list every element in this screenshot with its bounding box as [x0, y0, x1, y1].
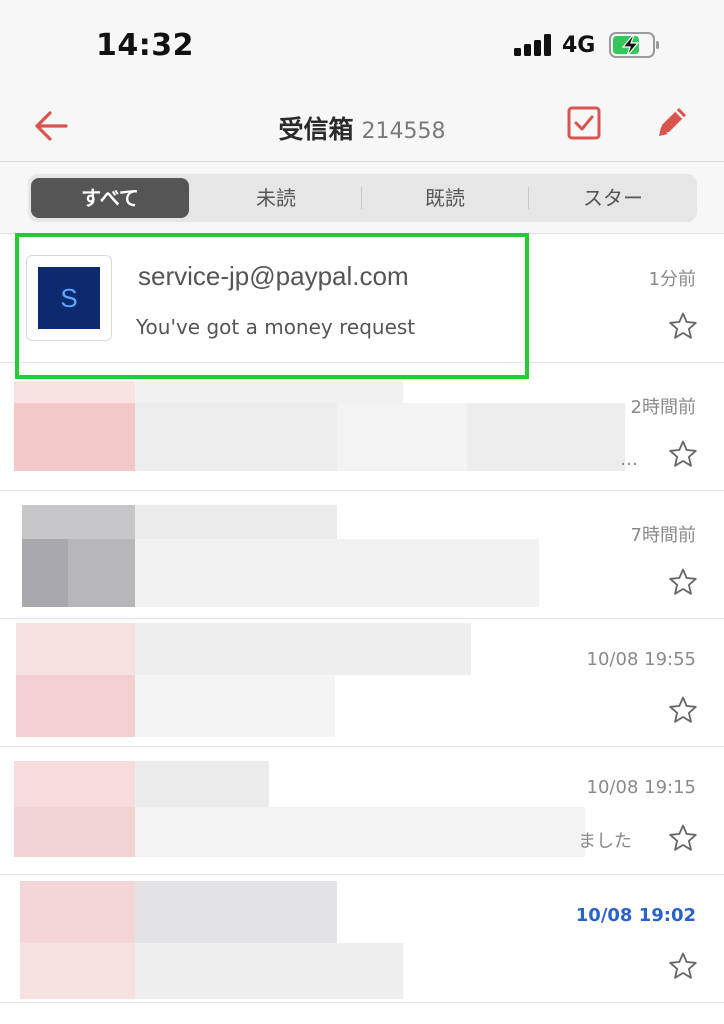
- page-title: 受信箱: [278, 115, 354, 144]
- star-icon[interactable]: [668, 823, 698, 853]
- mail-subject-trail: ました: [578, 831, 632, 852]
- redacted-block: [22, 505, 135, 539]
- redacted-block: [135, 761, 269, 807]
- sender-avatar: S: [38, 267, 100, 329]
- status-time: 14:32: [96, 28, 194, 63]
- redacted-block: [337, 403, 467, 471]
- redacted-block: [14, 403, 135, 471]
- star-icon[interactable]: [668, 695, 698, 725]
- sender-avatar-frame: S: [26, 255, 112, 341]
- star-icon[interactable]: [668, 567, 698, 597]
- mail-time: 7時間前: [630, 525, 696, 546]
- mail-row[interactable]: 10/08 19:55: [0, 619, 724, 747]
- redacted-block: [14, 807, 135, 857]
- star-icon[interactable]: [668, 439, 698, 469]
- mail-subject-trail: …: [620, 449, 638, 470]
- mail-row[interactable]: … 2時間前: [0, 363, 724, 491]
- inbox-title-group: 受信箱 214558: [0, 110, 724, 146]
- mail-row[interactable]: 10/08 19:02: [0, 875, 724, 1003]
- cellular-signal-icon: [514, 34, 552, 56]
- star-icon[interactable]: [668, 951, 698, 981]
- battery-charging-icon: [609, 32, 659, 58]
- filter-all-tab[interactable]: すべて: [31, 178, 189, 218]
- redacted-block: [135, 675, 335, 737]
- status-bar: 14:32 4G: [0, 0, 724, 88]
- redacted-block: [14, 381, 135, 403]
- redacted-block: [135, 539, 539, 607]
- redacted-block: [16, 675, 135, 737]
- redacted-block: [20, 943, 135, 999]
- redacted-block: [135, 505, 337, 539]
- filter-unread-tab[interactable]: 未読: [193, 174, 359, 222]
- redacted-block: [68, 539, 135, 607]
- redacted-block: [135, 943, 403, 999]
- filter-segmented-control: すべて 未読 既読 スター: [28, 174, 697, 222]
- mail-time: 10/08 19:02: [575, 905, 696, 926]
- mail-row[interactable]: ました 10/08 19:15: [0, 747, 724, 875]
- mail-subject: You've got a money request: [136, 315, 416, 339]
- mail-time: 2時間前: [630, 397, 696, 418]
- navigation-bar: 受信箱 214558: [0, 88, 724, 162]
- redacted-block: [135, 381, 403, 403]
- compose-pencil-icon[interactable]: [654, 103, 690, 141]
- filter-read-tab[interactable]: 既読: [363, 174, 527, 222]
- redacted-block: [135, 807, 585, 857]
- redacted-block: [135, 881, 337, 943]
- inbox-count: 214558: [361, 119, 446, 144]
- star-icon[interactable]: [668, 311, 698, 341]
- mail-time: 1分前: [648, 269, 696, 290]
- select-checkbox-icon[interactable]: [566, 105, 602, 141]
- mail-row[interactable]: S service-jp@paypal.com You've got a mon…: [0, 235, 724, 363]
- filter-divider: [528, 187, 529, 209]
- mail-time: 10/08 19:15: [586, 777, 696, 798]
- redacted-block: [16, 623, 135, 675]
- mail-row[interactable]: 7時間前: [0, 491, 724, 619]
- network-type: 4G: [562, 33, 596, 58]
- mail-time: 10/08 19:55: [586, 649, 696, 670]
- redacted-block: [135, 623, 471, 675]
- filter-divider: [361, 187, 362, 209]
- filter-bar: すべて 未読 既読 スター: [0, 162, 724, 234]
- mail-sender: service-jp@paypal.com: [138, 261, 409, 291]
- filter-starred-tab[interactable]: スター: [530, 174, 696, 222]
- redacted-block: [20, 881, 135, 943]
- redacted-block: [14, 761, 135, 807]
